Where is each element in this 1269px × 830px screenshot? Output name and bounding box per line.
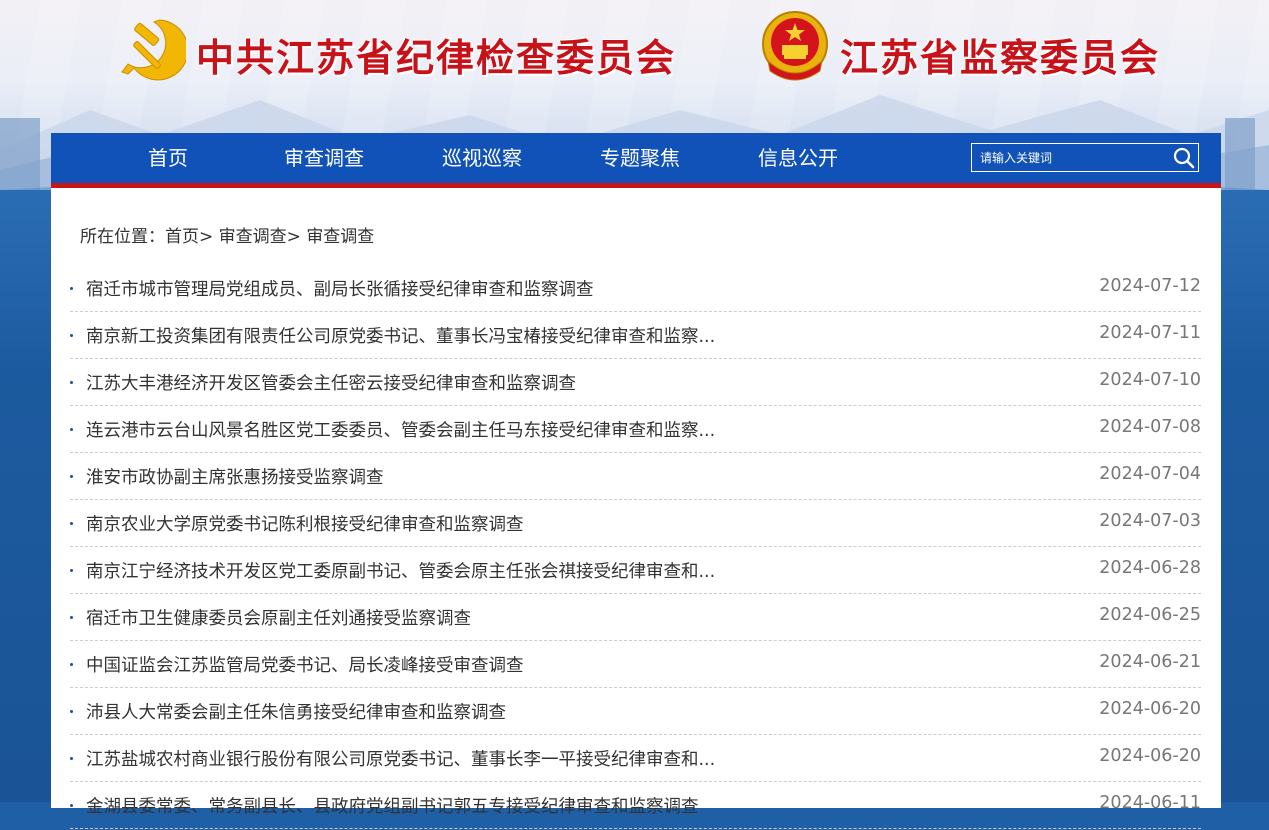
breadcrumb-separator: > (199, 227, 214, 247)
news-list: 宿迁市城市管理局党组成员、副局长张循接受纪律审查和监察调查 2024-07-12 … (70, 266, 1201, 830)
news-date: 2024-06-20 (1099, 699, 1201, 719)
party-emblem-icon (121, 19, 186, 81)
search-box (971, 143, 1199, 172)
content-panel: 所在位置：首页> 审查调查> 审查调查 宿迁市城市管理局党组成员、副局长张循接受… (51, 188, 1221, 829)
bullet-icon (70, 804, 73, 807)
list-item: 淮安市政协副主席张惠扬接受监察调查 2024-07-04 (70, 454, 1201, 500)
search-input[interactable] (972, 144, 1176, 171)
news-date: 2024-07-03 (1099, 511, 1201, 531)
news-title-link[interactable]: 中国证监会江苏监管局党委书记、局长凌峰接受审查调查 (86, 652, 524, 677)
nav-item-inspection[interactable]: 巡视巡察 (442, 133, 522, 183)
nav-item-special-focus[interactable]: 专题聚焦 (600, 133, 680, 183)
nav-item-info-disclosure[interactable]: 信息公开 (758, 133, 838, 183)
list-item: 江苏大丰港经济开发区管委会主任密云接受纪律审查和监察调查 2024-07-10 (70, 360, 1201, 406)
list-item: 沛县人大常委会副主任朱信勇接受纪律审查和监察调查 2024-06-20 (70, 689, 1201, 735)
news-date: 2024-06-28 (1099, 558, 1201, 578)
list-item: 南京新工投资集团有限责任公司原党委书记、董事长冯宝椿接受纪律审查和监察... 20… (70, 313, 1201, 359)
news-date: 2024-06-21 (1099, 652, 1201, 672)
breadcrumb-separator: > (286, 227, 301, 247)
news-title-link[interactable]: 江苏盐城农村商业银行股份有限公司原党委书记、董事长李一平接受纪律审查和... (86, 746, 715, 771)
list-item: 中国证监会江苏监管局党委书记、局长凌峰接受审查调查 2024-06-21 (70, 642, 1201, 688)
search-icon[interactable] (1172, 146, 1196, 169)
news-date: 2024-07-04 (1099, 464, 1201, 484)
bullet-icon (70, 710, 73, 713)
news-date: 2024-06-25 (1099, 605, 1201, 625)
breadcrumb-current-link[interactable]: 审查调查 (306, 227, 374, 247)
list-item: 金湖县委常委、常务副县长、县政府党组副书记郭五专接受纪律审查和监察调查 2024-… (70, 783, 1201, 829)
bullet-icon (70, 475, 73, 478)
news-title-link[interactable]: 金湖县委常委、常务副县长、县政府党组副书记郭五专接受纪律审查和监察调查 (86, 793, 699, 818)
breadcrumb: 所在位置：首页> 审查调查> 审查调查 (80, 222, 374, 247)
bullet-icon (70, 757, 73, 760)
supervision-commission-title: 江苏省监察委员会 (840, 35, 1161, 80)
list-item: 宿迁市卫生健康委员会原副主任刘通接受监察调查 2024-06-25 (70, 595, 1201, 641)
news-title-link[interactable]: 沛县人大常委会副主任朱信勇接受纪律审查和监察调查 (86, 699, 506, 724)
bullet-icon (70, 381, 73, 384)
breadcrumb-section-link[interactable]: 审查调查 (219, 227, 287, 247)
national-emblem-icon (762, 11, 828, 81)
bullet-icon (70, 569, 73, 572)
news-title-link[interactable]: 宿迁市卫生健康委员会原副主任刘通接受监察调查 (86, 605, 471, 630)
news-title-link[interactable]: 南京江宁经济技术开发区党工委原副书记、管委会原主任张会祺接受纪律审查和... (86, 558, 715, 583)
list-item: 宿迁市城市管理局党组成员、副局长张循接受纪律审查和监察调查 2024-07-12 (70, 266, 1201, 312)
list-item: 连云港市云台山风景名胜区党工委委员、管委会副主任马东接受纪律审查和监察... 20… (70, 407, 1201, 453)
bullet-icon (70, 428, 73, 431)
list-item: 江苏盐城农村商业银行股份有限公司原党委书记、董事长李一平接受纪律审查和... 20… (70, 736, 1201, 782)
main-nav: 首页 审查调查 巡视巡察 专题聚焦 信息公开 (51, 133, 1221, 188)
breadcrumb-prefix: 所在位置： (80, 227, 165, 247)
bullet-icon (70, 287, 73, 290)
news-date: 2024-07-10 (1099, 370, 1201, 390)
news-title-link[interactable]: 江苏大丰港经济开发区管委会主任密云接受纪律审查和监察调查 (86, 370, 576, 395)
bullet-icon (70, 616, 73, 619)
nav-item-investigation[interactable]: 审查调查 (284, 133, 364, 183)
news-date: 2024-06-11 (1099, 793, 1201, 813)
list-item: 南京农业大学原党委书记陈利根接受纪律审查和监察调查 2024-07-03 (70, 501, 1201, 547)
news-date: 2024-06-20 (1099, 746, 1201, 766)
news-title-link[interactable]: 南京新工投资集团有限责任公司原党委书记、董事长冯宝椿接受纪律审查和监察... (86, 323, 715, 348)
news-title-link[interactable]: 淮安市政协副主席张惠扬接受监察调查 (86, 464, 384, 489)
list-item: 南京江宁经济技术开发区党工委原副书记、管委会原主任张会祺接受纪律审查和... 20… (70, 548, 1201, 594)
bullet-icon (70, 663, 73, 666)
news-date: 2024-07-11 (1099, 323, 1201, 343)
party-committee-title: 中共江苏省纪律检查委员会 (196, 35, 677, 80)
news-date: 2024-07-12 (1099, 276, 1201, 296)
nav-item-home[interactable]: 首页 (148, 133, 188, 183)
news-title-link[interactable]: 宿迁市城市管理局党组成员、副局长张循接受纪律审查和监察调查 (86, 276, 594, 301)
breadcrumb-home-link[interactable]: 首页 (165, 227, 199, 247)
bullet-icon (70, 334, 73, 337)
news-title-link[interactable]: 连云港市云台山风景名胜区党工委委员、管委会副主任马东接受纪律审查和监察... (86, 417, 715, 442)
bullet-icon (70, 522, 73, 525)
news-title-link[interactable]: 南京农业大学原党委书记陈利根接受纪律审查和监察调查 (86, 511, 524, 536)
news-date: 2024-07-08 (1099, 417, 1201, 437)
